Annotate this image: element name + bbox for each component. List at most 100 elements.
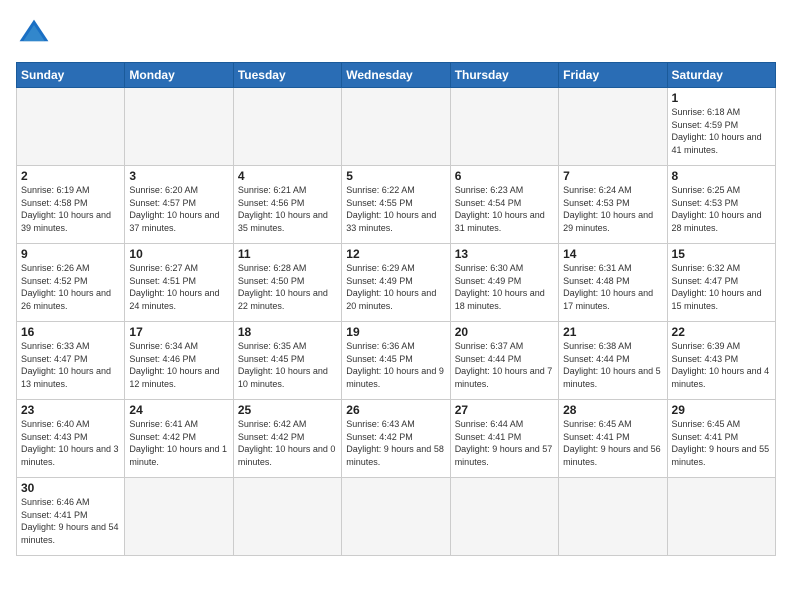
logo (16, 16, 58, 52)
weekday-header-row: SundayMondayTuesdayWednesdayThursdayFrid… (17, 63, 776, 88)
calendar-cell: 21Sunrise: 6:38 AM Sunset: 4:44 PM Dayli… (559, 322, 667, 400)
cell-date-number: 25 (238, 403, 337, 417)
cell-date-number: 9 (21, 247, 120, 261)
cell-date-number: 21 (563, 325, 662, 339)
cell-info-text: Sunrise: 6:34 AM Sunset: 4:46 PM Dayligh… (129, 340, 228, 390)
cell-info-text: Sunrise: 6:43 AM Sunset: 4:42 PM Dayligh… (346, 418, 445, 468)
calendar-week-2: 9Sunrise: 6:26 AM Sunset: 4:52 PM Daylig… (17, 244, 776, 322)
cell-date-number: 4 (238, 169, 337, 183)
calendar-week-5: 30Sunrise: 6:46 AM Sunset: 4:41 PM Dayli… (17, 478, 776, 556)
calendar-cell (450, 88, 558, 166)
calendar-cell: 29Sunrise: 6:45 AM Sunset: 4:41 PM Dayli… (667, 400, 775, 478)
cell-info-text: Sunrise: 6:42 AM Sunset: 4:42 PM Dayligh… (238, 418, 337, 468)
cell-date-number: 16 (21, 325, 120, 339)
cell-info-text: Sunrise: 6:40 AM Sunset: 4:43 PM Dayligh… (21, 418, 120, 468)
cell-date-number: 28 (563, 403, 662, 417)
calendar-cell: 1Sunrise: 6:18 AM Sunset: 4:59 PM Daylig… (667, 88, 775, 166)
cell-info-text: Sunrise: 6:32 AM Sunset: 4:47 PM Dayligh… (672, 262, 771, 312)
cell-info-text: Sunrise: 6:30 AM Sunset: 4:49 PM Dayligh… (455, 262, 554, 312)
cell-info-text: Sunrise: 6:26 AM Sunset: 4:52 PM Dayligh… (21, 262, 120, 312)
cell-date-number: 8 (672, 169, 771, 183)
cell-info-text: Sunrise: 6:21 AM Sunset: 4:56 PM Dayligh… (238, 184, 337, 234)
cell-date-number: 14 (563, 247, 662, 261)
cell-info-text: Sunrise: 6:19 AM Sunset: 4:58 PM Dayligh… (21, 184, 120, 234)
cell-info-text: Sunrise: 6:39 AM Sunset: 4:43 PM Dayligh… (672, 340, 771, 390)
cell-date-number: 30 (21, 481, 120, 495)
weekday-saturday: Saturday (667, 63, 775, 88)
cell-date-number: 29 (672, 403, 771, 417)
calendar-cell (667, 478, 775, 556)
calendar-cell: 9Sunrise: 6:26 AM Sunset: 4:52 PM Daylig… (17, 244, 125, 322)
cell-info-text: Sunrise: 6:45 AM Sunset: 4:41 PM Dayligh… (563, 418, 662, 468)
calendar-cell (450, 478, 558, 556)
calendar-week-4: 23Sunrise: 6:40 AM Sunset: 4:43 PM Dayli… (17, 400, 776, 478)
calendar-cell: 18Sunrise: 6:35 AM Sunset: 4:45 PM Dayli… (233, 322, 341, 400)
cell-date-number: 15 (672, 247, 771, 261)
cell-date-number: 7 (563, 169, 662, 183)
calendar-cell: 7Sunrise: 6:24 AM Sunset: 4:53 PM Daylig… (559, 166, 667, 244)
cell-info-text: Sunrise: 6:41 AM Sunset: 4:42 PM Dayligh… (129, 418, 228, 468)
cell-info-text: Sunrise: 6:44 AM Sunset: 4:41 PM Dayligh… (455, 418, 554, 468)
page: SundayMondayTuesdayWednesdayThursdayFrid… (0, 0, 792, 612)
cell-date-number: 10 (129, 247, 228, 261)
calendar-cell: 28Sunrise: 6:45 AM Sunset: 4:41 PM Dayli… (559, 400, 667, 478)
cell-date-number: 6 (455, 169, 554, 183)
cell-info-text: Sunrise: 6:37 AM Sunset: 4:44 PM Dayligh… (455, 340, 554, 390)
cell-info-text: Sunrise: 6:18 AM Sunset: 4:59 PM Dayligh… (672, 106, 771, 156)
calendar-cell: 5Sunrise: 6:22 AM Sunset: 4:55 PM Daylig… (342, 166, 450, 244)
calendar-cell: 16Sunrise: 6:33 AM Sunset: 4:47 PM Dayli… (17, 322, 125, 400)
calendar-cell: 25Sunrise: 6:42 AM Sunset: 4:42 PM Dayli… (233, 400, 341, 478)
weekday-friday: Friday (559, 63, 667, 88)
calendar-cell: 14Sunrise: 6:31 AM Sunset: 4:48 PM Dayli… (559, 244, 667, 322)
calendar-cell (233, 478, 341, 556)
calendar-cell: 27Sunrise: 6:44 AM Sunset: 4:41 PM Dayli… (450, 400, 558, 478)
cell-date-number: 23 (21, 403, 120, 417)
header (16, 16, 776, 52)
calendar-cell (125, 88, 233, 166)
cell-info-text: Sunrise: 6:23 AM Sunset: 4:54 PM Dayligh… (455, 184, 554, 234)
calendar-header: SundayMondayTuesdayWednesdayThursdayFrid… (17, 63, 776, 88)
weekday-tuesday: Tuesday (233, 63, 341, 88)
calendar-cell: 24Sunrise: 6:41 AM Sunset: 4:42 PM Dayli… (125, 400, 233, 478)
calendar-cell: 20Sunrise: 6:37 AM Sunset: 4:44 PM Dayli… (450, 322, 558, 400)
weekday-wednesday: Wednesday (342, 63, 450, 88)
calendar-week-1: 2Sunrise: 6:19 AM Sunset: 4:58 PM Daylig… (17, 166, 776, 244)
calendar-cell: 13Sunrise: 6:30 AM Sunset: 4:49 PM Dayli… (450, 244, 558, 322)
calendar-cell (125, 478, 233, 556)
calendar-cell (233, 88, 341, 166)
weekday-sunday: Sunday (17, 63, 125, 88)
calendar-cell: 2Sunrise: 6:19 AM Sunset: 4:58 PM Daylig… (17, 166, 125, 244)
cell-date-number: 12 (346, 247, 445, 261)
cell-date-number: 5 (346, 169, 445, 183)
calendar-cell (559, 478, 667, 556)
cell-date-number: 26 (346, 403, 445, 417)
cell-info-text: Sunrise: 6:27 AM Sunset: 4:51 PM Dayligh… (129, 262, 228, 312)
cell-info-text: Sunrise: 6:29 AM Sunset: 4:49 PM Dayligh… (346, 262, 445, 312)
calendar-week-0: 1Sunrise: 6:18 AM Sunset: 4:59 PM Daylig… (17, 88, 776, 166)
calendar-cell (342, 88, 450, 166)
cell-info-text: Sunrise: 6:38 AM Sunset: 4:44 PM Dayligh… (563, 340, 662, 390)
cell-date-number: 11 (238, 247, 337, 261)
calendar-cell: 30Sunrise: 6:46 AM Sunset: 4:41 PM Dayli… (17, 478, 125, 556)
calendar-cell: 3Sunrise: 6:20 AM Sunset: 4:57 PM Daylig… (125, 166, 233, 244)
calendar: SundayMondayTuesdayWednesdayThursdayFrid… (16, 62, 776, 556)
cell-info-text: Sunrise: 6:24 AM Sunset: 4:53 PM Dayligh… (563, 184, 662, 234)
cell-info-text: Sunrise: 6:20 AM Sunset: 4:57 PM Dayligh… (129, 184, 228, 234)
cell-info-text: Sunrise: 6:46 AM Sunset: 4:41 PM Dayligh… (21, 496, 120, 546)
cell-date-number: 22 (672, 325, 771, 339)
calendar-cell: 22Sunrise: 6:39 AM Sunset: 4:43 PM Dayli… (667, 322, 775, 400)
cell-date-number: 1 (672, 91, 771, 105)
cell-date-number: 24 (129, 403, 228, 417)
calendar-cell: 6Sunrise: 6:23 AM Sunset: 4:54 PM Daylig… (450, 166, 558, 244)
cell-info-text: Sunrise: 6:33 AM Sunset: 4:47 PM Dayligh… (21, 340, 120, 390)
cell-date-number: 19 (346, 325, 445, 339)
calendar-cell (342, 478, 450, 556)
calendar-cell: 17Sunrise: 6:34 AM Sunset: 4:46 PM Dayli… (125, 322, 233, 400)
logo-icon (16, 16, 52, 52)
calendar-cell: 10Sunrise: 6:27 AM Sunset: 4:51 PM Dayli… (125, 244, 233, 322)
cell-info-text: Sunrise: 6:36 AM Sunset: 4:45 PM Dayligh… (346, 340, 445, 390)
calendar-cell (17, 88, 125, 166)
calendar-cell: 26Sunrise: 6:43 AM Sunset: 4:42 PM Dayli… (342, 400, 450, 478)
weekday-monday: Monday (125, 63, 233, 88)
calendar-body: 1Sunrise: 6:18 AM Sunset: 4:59 PM Daylig… (17, 88, 776, 556)
